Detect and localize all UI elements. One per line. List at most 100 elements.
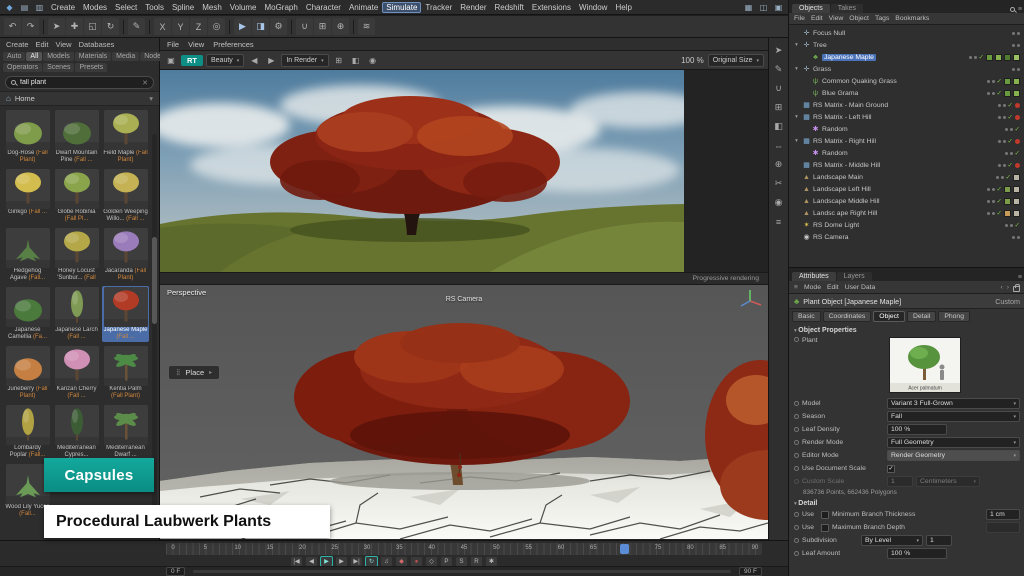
save-file-icon[interactable]: ▥ — [33, 1, 46, 13]
subdivision-dropdown[interactable]: By Level — [861, 535, 923, 546]
season-dropdown[interactable]: Fall — [887, 411, 1020, 422]
rv-menu-file[interactable]: File — [167, 40, 179, 49]
object-row[interactable]: ▲Landscape Middle Hill✓ — [791, 195, 1023, 207]
enabled-check-icon[interactable]: ✓ — [979, 53, 984, 61]
material-chip[interactable] — [1013, 54, 1020, 61]
plant-item[interactable]: Japanese Maple (Fall ... — [102, 286, 149, 342]
rv-menu-view[interactable]: View — [188, 40, 204, 49]
object-search-icon[interactable] — [1010, 7, 1015, 12]
object-label[interactable]: RS Matrix - Main Ground — [813, 102, 888, 109]
expand-arrow-icon[interactable]: ▾ — [793, 42, 800, 48]
editor-mode-dropdown[interactable]: Render Geometry — [887, 450, 1020, 461]
panel-menu-icon[interactable]: ≡ — [1018, 6, 1022, 13]
leaf-amount-field[interactable]: 100 % — [887, 548, 947, 559]
simulation-icon[interactable]: ≋ — [358, 18, 375, 35]
filter-tab-models[interactable]: Models — [43, 52, 74, 61]
anim-dot[interactable] — [794, 337, 799, 342]
playhead[interactable] — [620, 544, 629, 554]
select-icon[interactable]: ➤ — [48, 18, 65, 35]
object-label[interactable]: Japanese Maple — [822, 54, 876, 61]
editor-visibility-dot[interactable] — [998, 104, 1001, 107]
objects-menu-tags[interactable]: Tags — [875, 15, 889, 22]
anim-dot[interactable] — [794, 512, 799, 517]
breadcrumb[interactable]: ⌂ Home ▾ — [0, 91, 159, 106]
menu-window[interactable]: Window — [575, 2, 611, 13]
anim-dot[interactable] — [794, 427, 799, 432]
min-branch-checkbox[interactable] — [821, 511, 829, 519]
objects-menu-view[interactable]: View — [829, 15, 844, 22]
anim-dot[interactable] — [794, 453, 799, 458]
leaf-density-field[interactable]: 100 % — [887, 424, 947, 435]
rt-button[interactable]: RT — [181, 55, 203, 66]
filter-tab-all[interactable]: All — [26, 52, 42, 61]
lock-z-icon[interactable]: Z — [190, 18, 207, 35]
objects-menu-bookmarks[interactable]: Bookmarks — [895, 15, 929, 22]
material-chip[interactable] — [1013, 78, 1020, 85]
tab-coordinates[interactable]: Coordinates — [823, 311, 872, 322]
enabled-check-icon[interactable]: ✓ — [997, 185, 1002, 193]
menu-select[interactable]: Select — [111, 2, 141, 13]
render-visibility-dot[interactable] — [1010, 224, 1013, 227]
place-tool-panel[interactable]: ⣿ Place ▸ — [168, 365, 220, 380]
plant-item[interactable]: Juneberry (Fall Plant) — [4, 345, 51, 401]
object-row[interactable]: ▲Landscape Left Hill✓ — [791, 183, 1023, 195]
attr-tab-layers[interactable]: Layers — [837, 272, 872, 281]
model-dropdown[interactable]: Variant 3 Full-Grown — [887, 398, 1020, 409]
material-chip[interactable] — [1004, 198, 1011, 205]
object-label[interactable]: Grass — [813, 66, 831, 73]
render-settings-icon[interactable]: ⚙ — [270, 18, 287, 35]
layout-full-icon[interactable]: ▣ — [772, 1, 785, 13]
render-visibility-dot[interactable] — [992, 212, 995, 215]
editor-visibility-dot[interactable] — [987, 200, 990, 203]
expand-icon[interactable]: ▸ — [209, 369, 212, 376]
render-visibility-dot[interactable] — [1017, 44, 1020, 47]
menu-tracker[interactable]: Tracker — [421, 2, 456, 13]
object-label[interactable]: RS Matrix - Left Hill — [813, 114, 872, 121]
object-label[interactable]: Landscape Middle Hill — [813, 198, 880, 205]
objects-menu-edit[interactable]: Edit — [811, 15, 823, 22]
use-document-scale-checkbox[interactable] — [887, 465, 895, 473]
layout-panel-icon[interactable]: ▦ — [742, 1, 755, 13]
menu-mograph[interactable]: MoGraph — [260, 2, 301, 13]
object-row[interactable]: ▾▦RS Matrix - Right Hill✓ — [791, 135, 1023, 147]
section-detail[interactable]: Detail — [789, 497, 1024, 508]
object-label[interactable]: RS Matrix - Middle Hill — [813, 162, 880, 169]
range-slider[interactable] — [193, 570, 731, 573]
type-tab-scenes[interactable]: Scenes — [43, 63, 74, 72]
next-snapshot-icon[interactable]: ▶ — [264, 53, 278, 67]
aov-dropdown[interactable]: Beauty — [206, 54, 244, 67]
tab-detail[interactable]: Detail — [907, 311, 936, 322]
plant-item[interactable]: Mediterranean Cypres... — [53, 404, 100, 460]
menu-modes[interactable]: Modes — [79, 2, 111, 13]
max-branch-checkbox[interactable] — [821, 524, 829, 532]
section-object-properties[interactable]: Object Properties — [789, 324, 1024, 335]
lock-icon[interactable] — [1013, 286, 1020, 292]
material-chip[interactable] — [1004, 54, 1011, 61]
plant-item[interactable]: Jacaranda (Fall Plant) — [102, 227, 149, 283]
layout-split-icon[interactable]: ◫ — [757, 1, 770, 13]
object-label[interactable]: RS Camera — [813, 234, 849, 241]
object-label[interactable]: Landscape Left Hill — [813, 186, 871, 193]
render-visibility-dot[interactable] — [1010, 128, 1013, 131]
object-label[interactable]: Landsc ape Right Hill — [813, 210, 877, 217]
move-icon[interactable]: ✚ — [66, 18, 83, 35]
timeline-ruler[interactable]: 051015202530354045505560657075808590 — [166, 543, 762, 555]
render-visibility-dot[interactable] — [1001, 176, 1004, 179]
attr-mode-user-data[interactable]: User Data — [845, 284, 876, 291]
select-tool-icon[interactable]: ➤ — [771, 43, 786, 58]
anim-dot[interactable] — [794, 551, 799, 556]
enabled-check-icon[interactable]: ✓ — [1006, 173, 1011, 181]
render-visibility-dot[interactable] — [1017, 236, 1020, 239]
render-state-dropdown[interactable]: In Render — [281, 54, 328, 67]
object-label[interactable]: Tree — [813, 42, 827, 49]
render-visibility-dot[interactable] — [992, 200, 995, 203]
drag-handle-icon[interactable]: ⣿ — [176, 369, 180, 376]
material-chip[interactable] — [986, 54, 993, 61]
object-label[interactable]: RS Matrix - Right Hill — [813, 138, 876, 145]
editor-visibility-dot[interactable] — [996, 176, 999, 179]
grid-tool-icon[interactable]: ⊞ — [771, 100, 786, 115]
editor-visibility-dot[interactable] — [1012, 44, 1015, 47]
redshift-tag-icon[interactable] — [1015, 163, 1020, 168]
lock-x-icon[interactable]: X — [154, 18, 171, 35]
range-end-field[interactable]: 90 F — [739, 567, 762, 576]
